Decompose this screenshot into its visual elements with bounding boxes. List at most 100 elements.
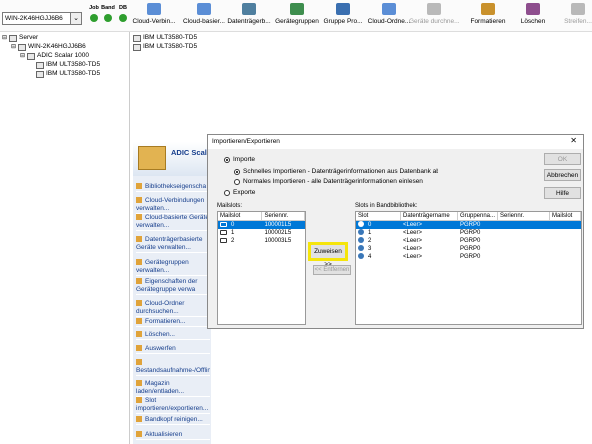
mailslot-row[interactable]: 0 100001L5 [218, 221, 305, 229]
chevron-down-icon[interactable]: ⌄ [70, 12, 82, 25]
task-item-label: Gerätegruppen verwalten... [136, 259, 189, 274]
toolbar-button-8[interactable]: Löschen [508, 3, 558, 25]
volume-name-cell: <Leer> [403, 222, 423, 228]
group-column-header[interactable]: Gruppenna... [458, 212, 498, 220]
tape-icon [220, 221, 227, 227]
task-item-label: Bibliothekseigenscha [145, 183, 207, 190]
task-item[interactable]: Datenträgerbasierte Geräte verwalten... [136, 236, 210, 253]
quick-import-radio[interactable] [234, 169, 240, 175]
assign-button[interactable]: Zuweisen >> [308, 242, 348, 268]
task-item[interactable]: Cloud-Verbindungen verwalten... [136, 197, 210, 214]
tree-node[interactable]: ⊟ Server [2, 34, 38, 42]
help-button[interactable]: Hilfe [544, 187, 581, 199]
task-bullet-icon [136, 345, 142, 352]
task-item[interactable]: Magazin laden/entladen... [136, 380, 210, 397]
mailslots-header: Mailslot Seriennr. [218, 212, 305, 221]
task-item[interactable]: Formatieren... [136, 318, 210, 327]
task-item[interactable]: Cloud-Ordner durchsuchen... [136, 300, 210, 317]
import-label: Importe [233, 156, 256, 163]
task-bullet-icon [136, 236, 142, 243]
tree-toggle-icon[interactable]: ⊟ [20, 52, 27, 60]
slot-column-header[interactable]: Slot [356, 212, 401, 220]
remove-button[interactable]: << Entfernen [313, 265, 351, 275]
export-radio[interactable] [224, 190, 230, 196]
import-radio[interactable] [224, 157, 230, 163]
serial-cell: 100001L5 [264, 222, 292, 228]
task-bullet-icon [136, 416, 142, 423]
task-item[interactable]: Bibliothekseigenscha [136, 183, 210, 192]
mailslot-cell: 1 [218, 229, 262, 237]
toolbar-button-label: Formatieren [470, 18, 506, 25]
mailslot-row[interactable]: 2 100003L5 [218, 237, 305, 245]
task-bullet-icon [136, 259, 142, 266]
serial-column-header[interactable]: Seriennr. [498, 212, 550, 220]
tree-node[interactable]: ⊟ ADIC Scalar 1000 [20, 52, 89, 60]
mailslot-column-header[interactable]: Mailslot [550, 212, 581, 220]
toolbar-button-3[interactable]: Gerätegruppen [272, 3, 322, 25]
toolbar-button-2[interactable]: Datenträgerb... [224, 3, 274, 25]
task-item[interactable]: Gerätegruppen verwalten... [136, 259, 210, 276]
serial-column-header[interactable]: Seriennr. [262, 212, 305, 220]
slot-cell: 3 [356, 245, 401, 253]
task-item[interactable]: Bestandsaufnahme-/Offlineslots... [136, 359, 210, 376]
library-slots-label: Slots in Bandbibliothek: [355, 203, 418, 209]
db-status-label: DB [119, 5, 127, 11]
toolbar-button-4[interactable]: Gruppe Pro... [318, 3, 368, 25]
tree-node-label: IBM ULT3580-TD5 [46, 70, 101, 77]
toolbar-button-1[interactable]: Cloud-basier... [179, 3, 229, 25]
close-icon[interactable]: ✕ [570, 136, 577, 145]
mailslot-column-header[interactable]: Mailslot [218, 212, 263, 220]
tree-node-label: Server [19, 34, 39, 41]
toolbar-button-label: Geräte durchne... [409, 18, 460, 25]
task-item[interactable]: Löschen... [136, 331, 210, 340]
tree-node[interactable]: ⊟ WIN-2K46HGJJ6B6 [11, 43, 86, 51]
library-slot-row[interactable]: 2 <Leer> PGRP0 [356, 237, 581, 245]
task-item[interactable]: Bandkopf reinigen... [136, 416, 210, 425]
task-item-label: Auswerfen [145, 345, 176, 352]
toolbar-button-6[interactable]: Geräte durchne... [409, 3, 460, 25]
library-slot-row[interactable]: 1 <Leer> PGRP0 [356, 229, 581, 237]
volume-name-cell: <Leer> [403, 238, 423, 244]
tree-node[interactable]: IBM ULT3580-TD5 [29, 70, 100, 78]
library-slot-row[interactable]: 3 <Leer> PGRP0 [356, 245, 581, 253]
task-item[interactable]: Slot importieren/exportieren... [136, 397, 210, 414]
volume-name-column-header[interactable]: Datenträgername [401, 212, 458, 220]
tree-toggle-icon[interactable]: ⊟ [11, 43, 18, 51]
list-item[interactable]: IBM ULT3580-TD5 [133, 43, 197, 51]
toolbar-button-7[interactable]: Formatieren [463, 3, 513, 25]
slot-number: 4 [368, 254, 372, 260]
ok-button[interactable]: OK [544, 153, 581, 165]
tree-toggle-icon[interactable]: ⊟ [2, 34, 9, 42]
device-tree [0, 32, 130, 444]
slot-number: 3 [368, 246, 372, 252]
toolbar-button-label: Löschen [520, 18, 546, 25]
volume-name-cell: <Leer> [403, 230, 423, 236]
export-label: Exporte [233, 189, 256, 196]
list-item-label: IBM ULT3580-TD5 [143, 43, 198, 50]
normal-import-radio[interactable] [234, 179, 240, 185]
toolbar-button-5[interactable]: Cloud-Ordne... [364, 3, 414, 25]
toolbar-button-0[interactable]: Cloud-Verbin... [129, 3, 179, 25]
list-item[interactable]: IBM ULT3580-TD5 [133, 34, 197, 42]
toolbar-button-label: Cloud-Verbin... [132, 18, 176, 25]
tree-node[interactable]: IBM ULT3580-TD5 [29, 61, 100, 69]
cloud-connect-icon [147, 3, 161, 15]
task-item-label: Formatieren... [145, 318, 186, 325]
slot-cell: 0 [356, 221, 401, 229]
tape-drive-icon [133, 43, 141, 51]
library-slot-row[interactable]: 0 <Leer> PGRP0 [356, 221, 581, 229]
task-item[interactable]: Cloud-basierte Geräte verwalten... [136, 214, 210, 231]
task-item[interactable]: Aktualisieren [136, 431, 210, 440]
task-item-label: Aktualisieren [145, 431, 183, 438]
library-slot-row[interactable]: 4 <Leer> PGRP0 [356, 253, 581, 261]
group-properties-icon [336, 3, 350, 15]
toolbar-button-9[interactable]: Streifen... [553, 3, 592, 25]
tree-node-icon [27, 52, 35, 60]
task-item[interactable]: Eigenschaften der Gerätegruppe verwa [136, 278, 210, 295]
mailslot-row[interactable]: 1 100002L5 [218, 229, 305, 237]
task-item-label: Cloud-Ordner durchsuchen... [136, 300, 185, 315]
task-item[interactable]: Auswerfen [136, 345, 210, 354]
mailslot-number: 2 [231, 238, 235, 244]
cancel-button[interactable]: Abbrechen [544, 169, 581, 181]
task-bullet-icon [136, 431, 142, 438]
